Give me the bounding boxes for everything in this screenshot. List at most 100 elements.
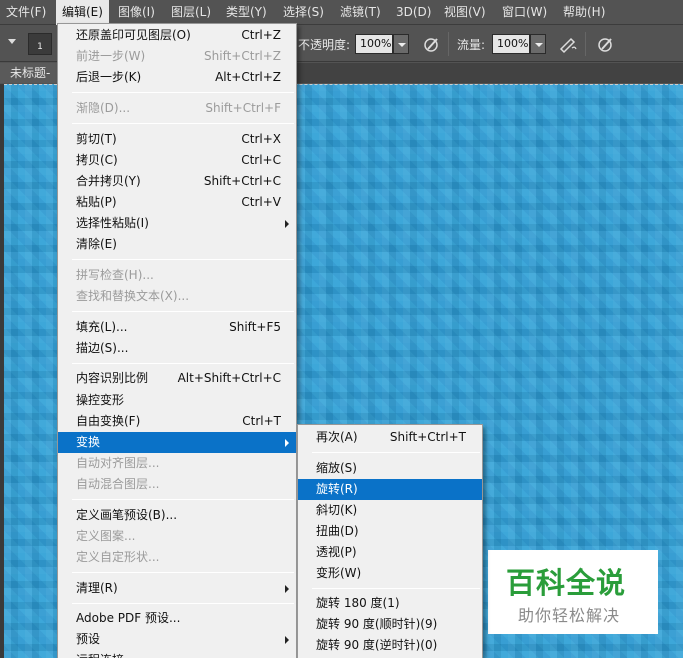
menu-item-edit-8-1[interactable]: 预设 [58, 629, 296, 650]
menu-item-label: 选择性粘贴(I) [76, 216, 149, 230]
menu-item-label: 清理(R) [76, 580, 118, 595]
menu-item-edit-5-3[interactable]: 变换 [58, 431, 296, 453]
brush-size-picker[interactable]: 1 [28, 33, 52, 55]
menu-item-label: 拼写检查(H)... [76, 267, 154, 282]
menu-item-label: Adobe PDF 预设... [76, 611, 181, 626]
menu-select[interactable]: 选择(S) [277, 0, 330, 25]
menu-item-shortcut: Alt+Shift+Ctrl+C [177, 371, 281, 386]
menu-item-edit-0-2[interactable]: 后退一步(K) Alt+Ctrl+Z [58, 67, 296, 88]
flow-dropdown[interactable] [530, 34, 546, 54]
menu-item-transform-1-3[interactable]: 扭曲(D) [298, 521, 482, 542]
document-tab[interactable]: 未标题- [0, 63, 58, 83]
menu-item-shortcut: Ctrl+T [242, 413, 281, 428]
menu-window[interactable]: 窗口(W) [496, 0, 553, 25]
menu-item-label: 扭曲(D) [316, 523, 359, 538]
pressure-size-icon[interactable] [594, 34, 616, 56]
menu-item-shortcut: Shift+Ctrl+Z [204, 49, 281, 64]
menu-item-label: 透视(P) [316, 544, 357, 559]
menu-view[interactable]: 视图(V) [438, 0, 492, 25]
menu-file[interactable]: 文件(F) [0, 0, 52, 25]
menu-item-edit-2-1[interactable]: 拷贝(C) Ctrl+C [58, 150, 296, 171]
menu-item-label: 变换 [76, 434, 101, 449]
menu-edit[interactable]: 编辑(E) [56, 0, 109, 25]
menu-item-label: 还原盖印可见图层(O) [76, 28, 191, 42]
menu-item-edit-5-1[interactable]: 操控变形 [58, 390, 296, 411]
menu-item-label: 查找和替换文本(X)... [76, 288, 190, 303]
menu-divider [72, 362, 294, 364]
menu-item-transform-1-4[interactable]: 透视(P) [298, 542, 482, 563]
menu-item-edit-5-2[interactable]: 自由变换(F) Ctrl+T [58, 411, 296, 432]
menu-item-shortcut: Shift+Ctrl+C [203, 173, 281, 188]
menu-item-edit-2-5[interactable]: 清除(E) [58, 234, 296, 255]
menu-item-transform-2-2[interactable]: 旋转 90 度(逆时针)(0) [298, 635, 482, 656]
watermark-subtitle: 助你轻松解决 [518, 606, 621, 625]
menu-item-edit-5-5: 自动混合图层... [58, 474, 296, 495]
menu-divider [72, 499, 294, 500]
menu-item-label: 缩放(S) [316, 460, 357, 475]
submenu-arrow-icon [285, 636, 289, 645]
tool-preset-dropdown[interactable] [8, 39, 16, 44]
submenu-arrow-icon [285, 438, 289, 447]
menu-item-transform-0-0[interactable]: 再次(A) Shift+Ctrl+T [298, 427, 482, 448]
menu-item-label: 定义自定形状... [76, 549, 160, 564]
menu-item-edit-2-0[interactable]: 剪切(T) Ctrl+X [58, 129, 296, 150]
menu-item-edit-7-0[interactable]: 清理(R) [58, 578, 296, 599]
menu-item-label: 再次(A) [316, 430, 358, 444]
opacity-dropdown[interactable] [393, 34, 409, 54]
menu-bar: 文件(F) 编辑(E) 图像(I) 图层(L) 类型(Y) 选择(S) 滤镜(T… [0, 0, 683, 25]
menu-item-label: 旋转 180 度(1) [316, 596, 400, 610]
menu-item-edit-5-0[interactable]: 内容识别比例 Alt+Shift+Ctrl+C [58, 368, 296, 389]
menu-divider [312, 587, 480, 589]
menu-divider [312, 452, 480, 453]
watermark-logo: 百科全说 助你轻松解决 [488, 550, 658, 634]
menu-divider [72, 259, 294, 261]
menu-item-label: 定义图案... [76, 528, 136, 543]
menu-image[interactable]: 图像(I) [112, 0, 161, 25]
menu-divider [72, 602, 294, 604]
airbrush-icon[interactable] [557, 34, 579, 56]
menu-item-edit-0-0[interactable]: 还原盖印可见图层(O) Ctrl+Z [58, 25, 296, 46]
menu-item-edit-3-0: 拼写检查(H)... [58, 265, 296, 286]
menu-item-label: 自动对齐图层... [76, 455, 160, 470]
menu-divider [72, 123, 294, 124]
menu-item-edit-8-0[interactable]: Adobe PDF 预设... [58, 608, 296, 629]
menu-item-label: 填充(L)... [76, 319, 128, 334]
menu-item-edit-4-0[interactable]: 填充(L)... Shift+F5 [58, 317, 296, 338]
flow-field[interactable]: 100% [492, 34, 530, 54]
menu-item-label: 旋转(R) [316, 481, 358, 496]
menu-item-label: 斜切(K) [316, 502, 358, 517]
menu-item-edit-8-2[interactable]: 远程连接... [58, 650, 296, 658]
menu-layer[interactable]: 图层(L) [165, 0, 217, 25]
opacity-field[interactable]: 100% [355, 34, 393, 54]
menu-item-shortcut: Ctrl+X [241, 131, 281, 146]
pressure-opacity-icon[interactable] [420, 34, 442, 56]
menu-item-edit-5-4: 自动对齐图层... [58, 453, 296, 474]
menu-item-edit-2-3[interactable]: 粘贴(P) Ctrl+V [58, 192, 296, 213]
menu-item-edit-2-2[interactable]: 合并拷贝(Y) Shift+Ctrl+C [58, 171, 296, 192]
menu-item-transform-2-0[interactable]: 旋转 180 度(1) [298, 593, 482, 614]
menu-item-edit-4-1[interactable]: 描边(S)... [58, 338, 296, 359]
menu-3d[interactable]: 3D(D) [390, 0, 437, 25]
menu-divider [72, 92, 294, 94]
menu-item-edit-1-0: 渐隐(D)... Shift+Ctrl+F [58, 98, 296, 119]
menu-item-edit-2-4[interactable]: 选择性粘贴(I) [58, 213, 296, 234]
menu-divider [72, 571, 294, 573]
menu-item-shortcut: Ctrl+Z [241, 28, 281, 42]
menu-item-edit-6-0[interactable]: 定义画笔预设(B)... [58, 505, 296, 526]
menu-item-label: 旋转 90 度(逆时针)(0) [316, 638, 438, 652]
menu-item-shortcut: Ctrl+V [241, 194, 281, 209]
menu-help[interactable]: 帮助(H) [557, 0, 611, 25]
menu-item-label: 渐隐(D)... [76, 100, 131, 115]
menu-filter[interactable]: 滤镜(T) [334, 0, 387, 25]
menu-type[interactable]: 类型(Y) [220, 0, 273, 25]
menu-item-label: 预设 [76, 632, 101, 647]
menu-item-transform-1-2[interactable]: 斜切(K) [298, 500, 482, 521]
menu-item-label: 自动混合图层... [76, 476, 160, 491]
menu-item-transform-1-1[interactable]: 旋转(R) [298, 478, 482, 500]
menu-item-edit-0-1: 前进一步(W) Shift+Ctrl+Z [58, 46, 296, 67]
menu-item-transform-1-5[interactable]: 变形(W) [298, 563, 482, 584]
menu-item-transform-1-0[interactable]: 缩放(S) [298, 458, 482, 479]
flow-label: 流量: [457, 38, 486, 52]
menu-item-transform-2-1[interactable]: 旋转 90 度(顺时针)(9) [298, 614, 482, 635]
menu-item-shortcut: Alt+Ctrl+Z [215, 70, 281, 85]
